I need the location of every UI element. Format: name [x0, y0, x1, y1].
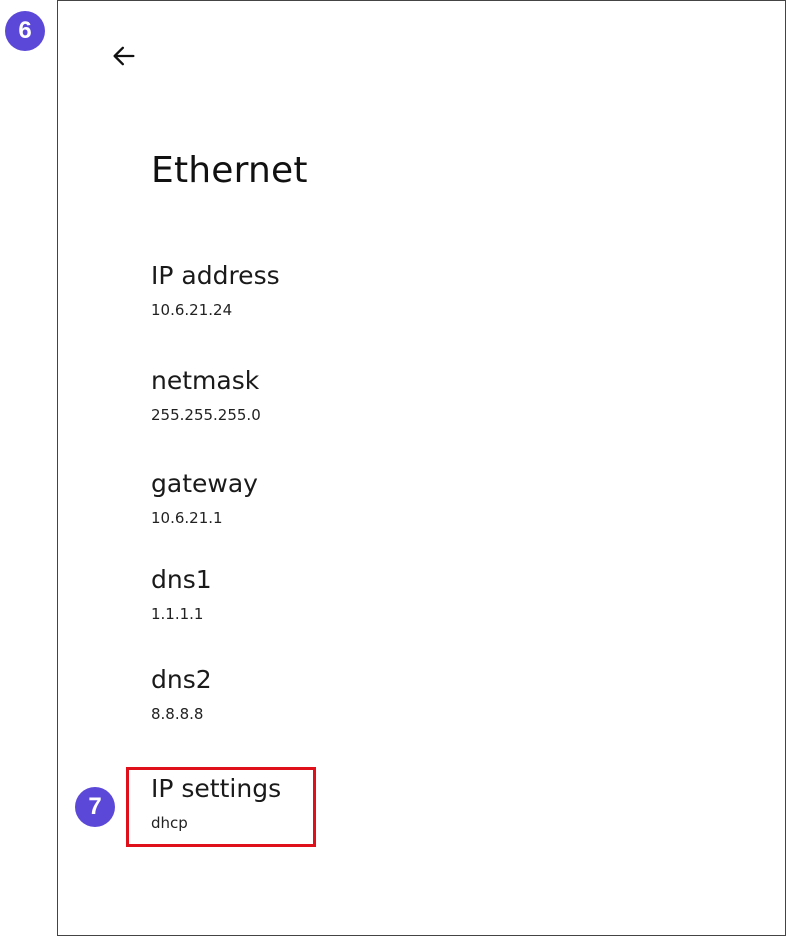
setting-netmask[interactable]: netmask 255.255.255.0	[151, 366, 711, 424]
setting-title: dns2	[151, 665, 212, 694]
setting-title: netmask	[151, 366, 260, 395]
setting-dns1[interactable]: dns1 1.1.1.1	[151, 565, 711, 623]
setting-title: IP address	[151, 261, 280, 290]
step-marker-6: 6	[5, 11, 45, 51]
arrow-left-icon	[113, 46, 135, 66]
setting-dns2[interactable]: dns2 8.8.8.8	[151, 665, 711, 723]
setting-value: 8.8.8.8	[151, 705, 204, 723]
setting-value: 255.255.255.0	[151, 406, 261, 424]
setting-value: 1.1.1.1	[151, 605, 204, 623]
setting-title: dns1	[151, 565, 212, 594]
setting-ip-address[interactable]: IP address 10.6.21.24	[151, 261, 711, 319]
setting-value: 10.6.21.1	[151, 509, 223, 527]
screenshot-stage: 6 Ethernet IP address 10.6.21.24 netmask…	[0, 0, 787, 938]
setting-value: 10.6.21.24	[151, 301, 233, 319]
step-marker-7: 7	[75, 787, 115, 827]
back-button[interactable]	[104, 36, 144, 76]
setting-gateway[interactable]: gateway 10.6.21.1	[151, 469, 711, 527]
setting-title: gateway	[151, 469, 258, 498]
page-title: Ethernet	[151, 150, 308, 191]
highlight-box	[126, 767, 316, 847]
